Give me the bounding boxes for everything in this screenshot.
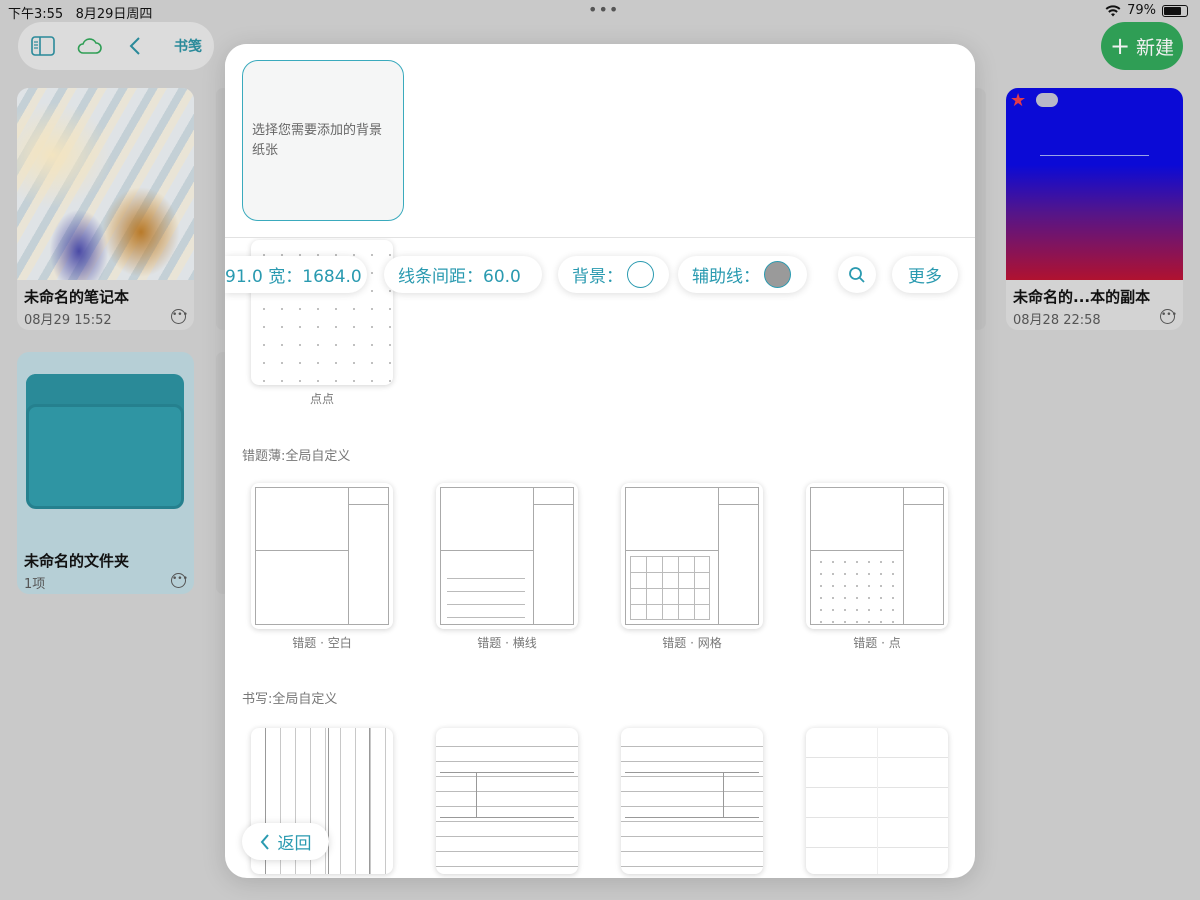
notebook-cover: ★ <box>1006 88 1183 280</box>
folder-card[interactable]: 未命名的文件夹 1项 ••• <box>17 352 194 594</box>
cover-line <box>1040 155 1149 156</box>
back-button[interactable]: 返回 <box>242 823 329 860</box>
plus-icon: + <box>1109 32 1131 60</box>
folder-count: 1项 <box>24 577 46 592</box>
star-icon: ★ <box>1010 90 1027 111</box>
notebook-cover <box>17 88 194 280</box>
size-chip[interactable]: 91.0 宽：1684.0 <box>225 256 367 293</box>
folder-icon <box>17 352 194 544</box>
battery-percent: 79% <box>1127 3 1156 18</box>
paper-writing-faint[interactable] <box>806 728 948 874</box>
toolbar-label[interactable]: 书笺 <box>174 36 202 56</box>
top-toolbar: 书笺 <box>18 22 214 70</box>
notebook-date: 08月28 22:58 <box>1013 313 1101 328</box>
status-right: 79% <box>1105 3 1188 18</box>
battery-icon <box>1162 4 1188 17</box>
notebook-title: 未命名的笔记本 <box>24 288 130 306</box>
paper-options-bar: 91.0 宽：1684.0 线条间距：60.0 背景： 辅助线： 更多 <box>225 256 975 294</box>
search-button[interactable] <box>838 256 876 293</box>
multitasking-dots-icon[interactable]: ••• <box>588 0 619 19</box>
section-title: 书写:全局自定义 <box>242 692 338 707</box>
back-label: 返回 <box>277 834 312 854</box>
cloud-badge-icon <box>1036 93 1058 107</box>
background-color-swatch[interactable] <box>627 261 654 288</box>
back-chevron-icon <box>260 833 269 850</box>
paper-caption: 错题 · 空白 <box>292 636 352 650</box>
section-title: 错题薄:全局自定义 <box>242 449 351 464</box>
back-chevron-icon[interactable] <box>122 33 148 59</box>
paper-caption: 错题 · 网格 <box>662 636 722 650</box>
sidebar-icon[interactable] <box>30 33 56 59</box>
line-spacing-chip[interactable]: 线条间距：60.0 <box>384 256 542 293</box>
folder-title: 未命名的文件夹 <box>24 552 130 570</box>
modal-header: 选择您需要添加的背景纸张 <box>225 44 975 238</box>
wifi-icon <box>1105 4 1121 16</box>
guide-lines-color-swatch[interactable] <box>764 261 791 288</box>
paper-mistake-lines[interactable] <box>436 483 578 629</box>
paper-picker-modal: 点点 错题薄:全局自定义 错题 · 空白 错题 · 横线 错题 · 网格 错题 … <box>225 44 975 878</box>
status-time: 下午3:55 8月29日周四 <box>8 7 153 22</box>
more-button[interactable]: 更多 <box>892 256 958 293</box>
paper-writing-cornell[interactable] <box>436 728 578 874</box>
paper-caption: 错题 · 点 <box>853 636 901 650</box>
more-options-icon[interactable]: ••• <box>171 573 188 588</box>
more-options-icon[interactable]: ••• <box>1160 309 1177 324</box>
paper-mistake-grid[interactable] <box>621 483 763 629</box>
status-bar: 下午3:55 8月29日周四 ••• 79% <box>0 0 1200 22</box>
paper-mistake-dots[interactable] <box>806 483 948 629</box>
new-button[interactable]: + 新建 <box>1101 22 1183 70</box>
search-icon <box>849 266 865 283</box>
guide-lines-label: 辅助线： <box>692 267 760 287</box>
paper-mistake-blank[interactable] <box>251 483 393 629</box>
notebook-date: 08月29 15:52 <box>24 313 112 328</box>
background-prompt[interactable]: 选择您需要添加的背景纸张 <box>242 60 404 221</box>
paper-caption: 错题 · 横线 <box>477 636 537 650</box>
cloud-icon[interactable] <box>76 33 102 59</box>
background-chip[interactable]: 背景： <box>558 256 669 293</box>
guide-lines-chip[interactable]: 辅助线： <box>678 256 807 293</box>
background-label: 背景： <box>572 267 623 287</box>
notebook-card[interactable]: ★ 未命名的...本的副本 08月28 22:58 ••• <box>1006 88 1183 330</box>
paper-writing-sidebar[interactable] <box>621 728 763 874</box>
paper-caption: 点点 <box>309 392 334 406</box>
notebook-title: 未命名的...本的副本 <box>1013 288 1151 306</box>
more-options-icon[interactable]: ••• <box>171 309 188 324</box>
notebook-card[interactable]: 未命名的笔记本 08月29 15:52 ••• <box>17 88 194 330</box>
new-button-label: 新建 <box>1136 36 1175 59</box>
